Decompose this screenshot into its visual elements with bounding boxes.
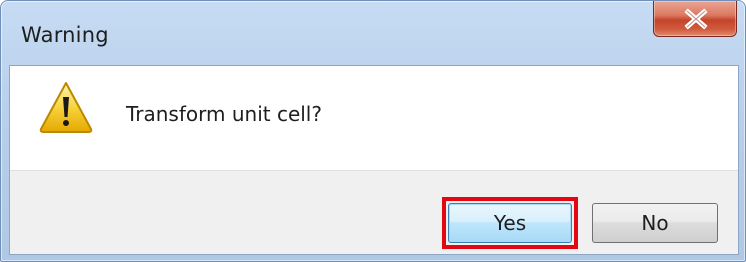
window-title: Warning	[21, 23, 109, 47]
message-text: Transform unit cell?	[126, 102, 322, 126]
close-icon	[684, 8, 708, 30]
close-button[interactable]	[653, 1, 737, 37]
title-bar[interactable]: Warning	[1, 1, 745, 65]
warning-icon	[39, 82, 93, 133]
no-button[interactable]: No	[592, 203, 718, 243]
dialog-window: Warning Transform unit cell? Yes No	[0, 0, 746, 262]
message-area: Transform unit cell?	[10, 66, 738, 170]
button-bar: Yes No	[10, 170, 738, 254]
dialog-body: Transform unit cell? Yes No	[9, 65, 739, 255]
yes-button[interactable]: Yes	[448, 203, 572, 243]
